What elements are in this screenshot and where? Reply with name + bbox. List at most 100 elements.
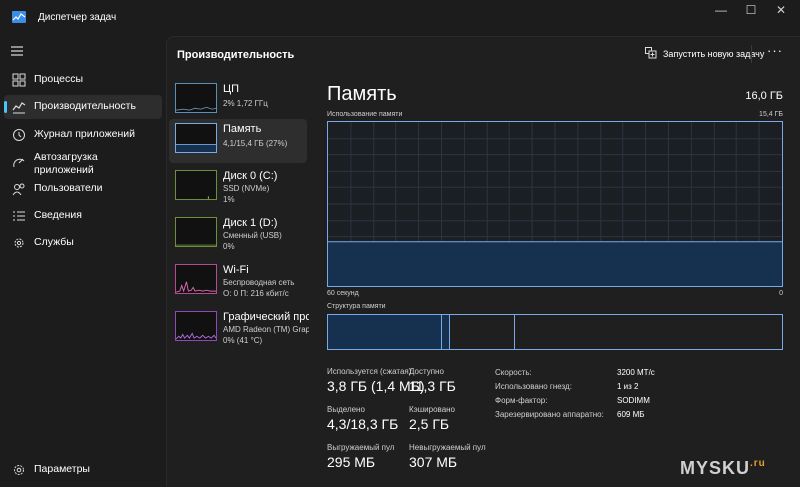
users-icon [12, 183, 25, 196]
nav-label-details: Сведения [34, 209, 82, 221]
maximize-button[interactable]: ☐ [736, 0, 766, 20]
resource-detail-gpu-model: AMD Radeon (TM) Grap [223, 325, 309, 334]
nav-label-settings: Параметры [34, 463, 90, 475]
resource-item-disk0[interactable]: Диск 0 (C:) SSD (NVMe) 1% [169, 166, 307, 210]
nav-item-services[interactable]: Службы [4, 231, 162, 255]
memory-structure-label: Структура памяти [327, 303, 386, 310]
stat-committed-label: Выделено [327, 405, 365, 414]
nav-item-startup-apps[interactable]: Автозагрузка приложений [4, 149, 162, 179]
stat-cached-label: Кэшировано [409, 405, 456, 414]
resource-item-memory[interactable]: Память 4,1/15,4 ГБ (27%) [169, 119, 307, 163]
spec-hw-reserved-value: 609 МБ [617, 410, 645, 419]
resource-detail-cpu: 2% 1,72 ГГц [223, 99, 268, 108]
resource-detail-memory: 4,1/15,4 ГБ (27%) [223, 139, 288, 148]
memory-modified-segment [442, 315, 450, 349]
resource-name-disk0: Диск 0 (C:) [223, 170, 278, 182]
memory-detail-panel: Память 16,0 ГБ Использование памяти 15,4… [327, 73, 787, 483]
nav-label-app-history: Журнал приложений [34, 128, 135, 140]
nav-label-performance: Производительность [34, 100, 136, 112]
memory-in-use-segment [328, 315, 442, 349]
main-panel: Производительность Запустить новую задач… [166, 36, 800, 487]
resource-detail-wifi-type: Беспроводная сеть [223, 278, 295, 287]
stat-nonpaged-pool-value: 307 МБ [409, 454, 458, 470]
resource-name-memory: Память [223, 123, 262, 135]
resource-name-gpu: Графический прс [223, 311, 309, 323]
memory-title: Память [327, 83, 397, 105]
resource-detail-disk1-type: Сменный (USB) [223, 231, 282, 240]
stat-committed: Выделено 4,3/18,3 ГБ [327, 405, 398, 432]
stat-committed-value: 4,3/18,3 ГБ [327, 416, 399, 432]
spec-form-factor-value: SODIMM [617, 396, 650, 405]
services-icon [14, 238, 24, 248]
stat-available: Доступно 11,3 ГБ [409, 367, 456, 394]
minimize-button[interactable]: — [706, 0, 736, 20]
memory-total: 16,0 ГБ [745, 90, 783, 102]
nav-item-app-history[interactable]: Журнал приложений [4, 123, 162, 147]
nav-label-users: Пользователи [34, 182, 103, 194]
graph-time-end: 0 [779, 290, 783, 297]
memory-usage-graph [327, 121, 783, 287]
stat-nonpaged-pool: Невыгружаемый пул 307 МБ [409, 443, 486, 470]
stat-available-label: Доступно [409, 367, 444, 376]
gpu-thumbnail-graph [175, 311, 217, 341]
disk1-thumbnail-graph [175, 217, 217, 247]
processes-icon [12, 73, 26, 87]
details-icon [13, 211, 25, 221]
stat-nonpaged-pool-label: Невыгружаемый пул [409, 443, 486, 452]
navigation-pane: Процессы Производительность Журнал прило… [0, 36, 166, 487]
resource-name-wifi: Wi-Fi [223, 264, 249, 276]
stat-available-value: 11,3 ГБ [409, 378, 456, 394]
stat-paged-pool: Выгружаемый пул 295 МБ [327, 443, 394, 470]
resource-detail-gpu-usage: 0% (41 °C) [223, 336, 263, 345]
performance-icon [12, 102, 26, 114]
resource-detail-wifi-throughput: О: 0 П: 216 кбит/с [223, 289, 289, 298]
hamburger-menu-icon[interactable] [10, 45, 24, 57]
nav-label-startup-apps: Автозагрузка приложений [34, 151, 98, 176]
spec-hw-reserved-label: Зарезервировано аппаратно: [495, 410, 604, 419]
task-manager-app-icon [12, 11, 26, 23]
memory-thumbnail-graph [175, 123, 217, 153]
resource-item-wifi[interactable]: Wi-Fi Беспроводная сеть О: 0 П: 216 кбит… [169, 260, 307, 304]
mysku-watermark-logo: MYSKU.ru [680, 458, 766, 479]
memory-usage-area [328, 241, 782, 286]
close-button[interactable]: ✕ [766, 0, 796, 20]
gear-icon [14, 465, 24, 475]
nav-item-processes[interactable]: Процессы [4, 68, 162, 92]
title-bar: Диспетчер задач — ☐ ✕ [0, 0, 800, 36]
resource-item-cpu[interactable]: ЦП 2% 1,72 ГГц [169, 79, 307, 123]
wifi-thumbnail-graph [175, 264, 217, 294]
nav-item-performance[interactable]: Производительность [4, 95, 162, 119]
spec-slots-value: 1 из 2 [617, 382, 639, 391]
stat-cached-value: 2,5 ГБ [409, 416, 450, 432]
resource-detail-disk0-type: SSD (NVMe) [223, 184, 270, 193]
memory-standby-segment [450, 315, 515, 349]
nav-item-details[interactable]: Сведения [4, 204, 162, 228]
more-options-button[interactable]: ··· [763, 43, 787, 63]
spec-form-factor-label: Форм-фактор: [495, 396, 548, 405]
stat-paged-pool-value: 295 МБ [327, 454, 376, 470]
cpu-thumbnail-graph [175, 83, 217, 113]
header-divider [751, 45, 752, 63]
stat-paged-pool-label: Выгружаемый пул [327, 443, 395, 452]
memory-usage-label: Использование памяти [327, 111, 403, 118]
nav-label-services: Службы [34, 236, 74, 248]
watermark-text: MYSKU [680, 458, 751, 478]
nav-item-users[interactable]: Пользователи [4, 177, 162, 201]
resource-detail-disk0-usage: 1% [223, 195, 235, 204]
spec-slots-label: Использовано гнезд: [495, 382, 572, 391]
disk0-thumbnail-graph [175, 170, 217, 200]
resource-name-cpu: ЦП [223, 83, 240, 95]
graph-time-start: 60 секунд [327, 290, 359, 297]
watermark-suffix: .ru [750, 458, 766, 469]
resource-item-gpu[interactable]: Графический прс AMD Radeon (TM) Grap 0% … [169, 307, 309, 351]
startup-icon [13, 158, 25, 168]
spec-speed-label: Скорость: [495, 368, 532, 377]
nav-item-settings[interactable]: Параметры [4, 458, 162, 482]
memory-usage-max: 15,4 ГБ [759, 111, 783, 118]
nav-label-processes: Процессы [34, 73, 84, 85]
spec-speed-value: 3200 МТ/с [617, 368, 655, 377]
resource-item-disk1[interactable]: Диск 1 (D:) Сменный (USB) 0% [169, 213, 307, 257]
memory-free-segment [515, 315, 782, 349]
stat-cached: Кэшировано 2,5 ГБ [409, 405, 455, 432]
run-task-icon [645, 47, 657, 59]
